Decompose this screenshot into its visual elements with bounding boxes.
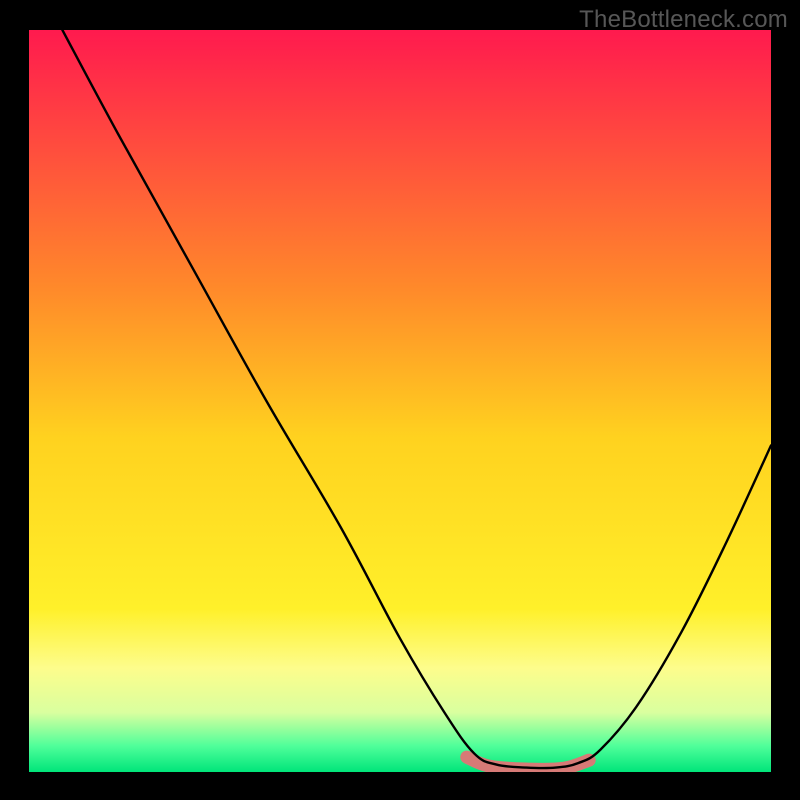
chart-frame: TheBottleneck.com	[0, 0, 800, 800]
plot-background	[29, 30, 771, 772]
attribution-text: TheBottleneck.com	[579, 6, 788, 34]
gradient-v-chart	[0, 0, 800, 800]
